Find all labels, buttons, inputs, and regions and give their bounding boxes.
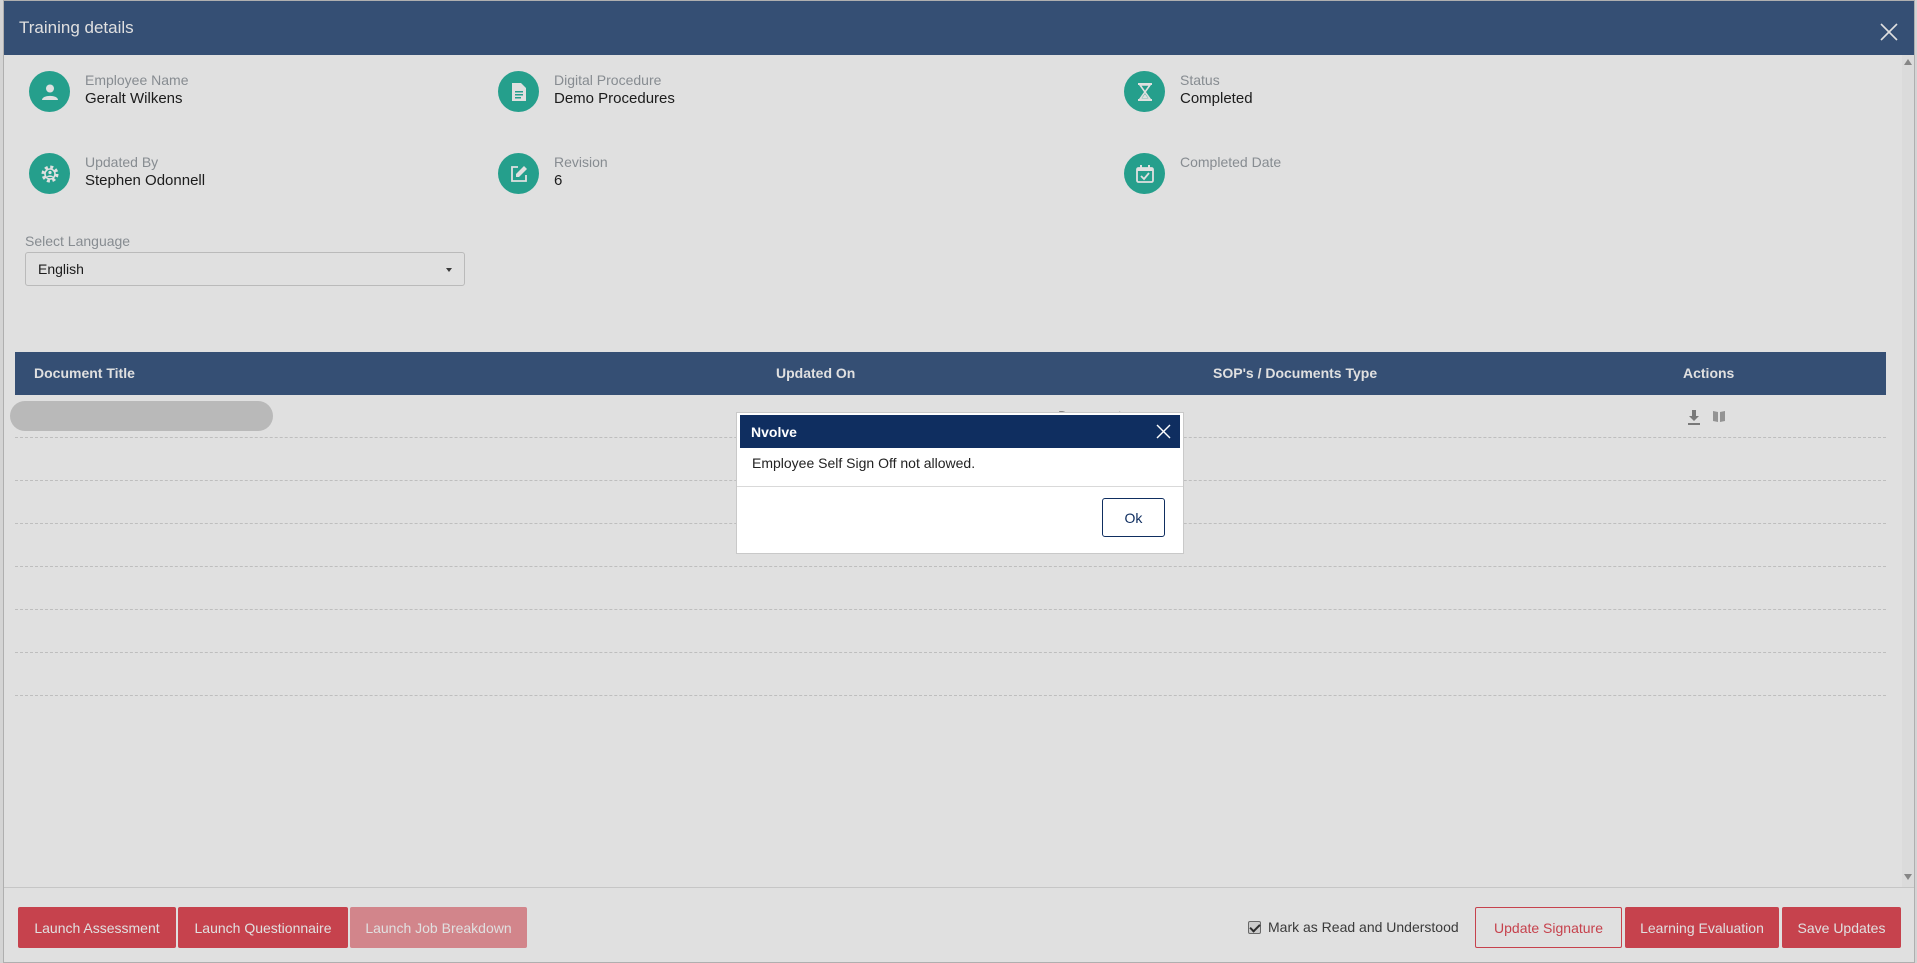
dialog-message: Employee Self Sign Off not allowed. — [752, 455, 976, 471]
close-icon[interactable] — [1155, 423, 1172, 440]
alert-dialog: Nvolve Employee Self Sign Off not allowe… — [736, 412, 1184, 554]
dialog-divider — [737, 486, 1183, 487]
dialog-header: Nvolve — [740, 415, 1180, 448]
ok-button[interactable]: Ok — [1102, 498, 1165, 537]
dialog-title: Nvolve — [751, 423, 797, 440]
